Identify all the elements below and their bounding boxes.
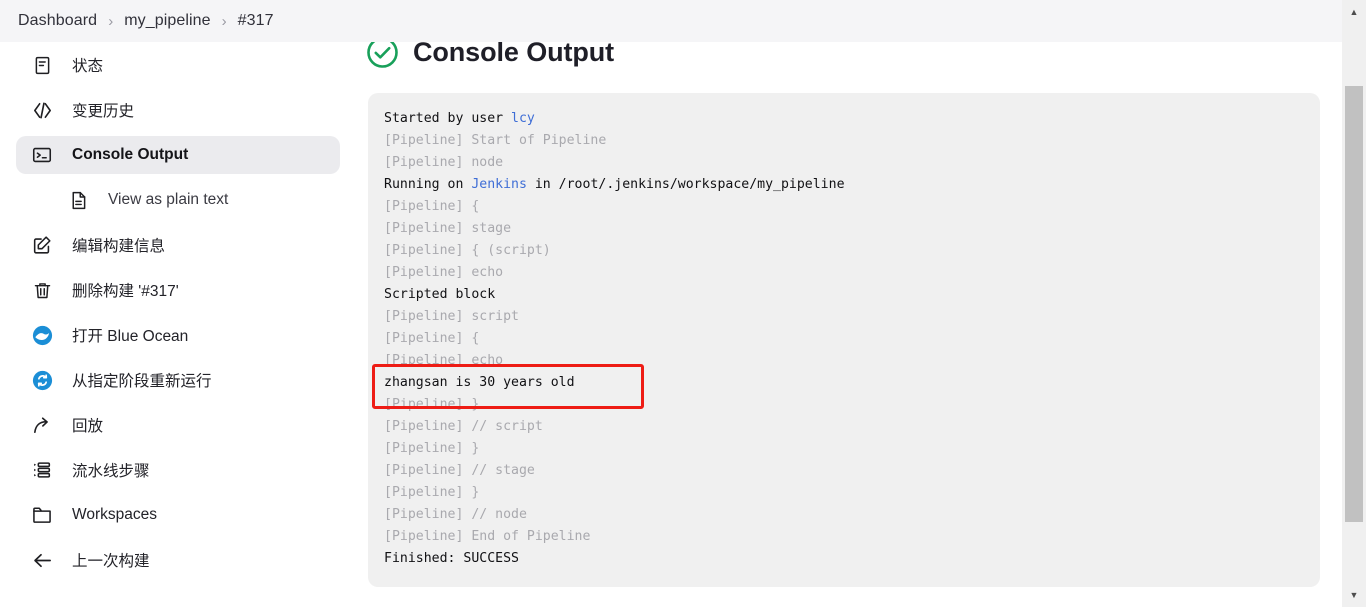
sidebar-item-edit-pencil[interactable]: 编辑构建信息 xyxy=(16,226,340,264)
console-log-line: [Pipeline] stage xyxy=(384,218,1302,240)
console-log-line: [Pipeline] echo xyxy=(384,262,1302,284)
breadcrumb-item-dashboard[interactable]: Dashboard xyxy=(18,12,97,30)
sidebar-item-restart-stage[interactable]: 从指定阶段重新运行 xyxy=(16,361,340,399)
console-log-line: [Pipeline] { (script) xyxy=(384,240,1302,262)
sidebar-item-folder[interactable]: Workspaces xyxy=(16,496,340,534)
console-log-line: Running on Jenkins in /root/.jenkins/wor… xyxy=(384,174,1302,196)
console-log-line: Started by user lcy xyxy=(384,108,1302,130)
blue-ocean-icon xyxy=(30,323,54,347)
sidebar-item-trash[interactable]: 删除构建 '#317' xyxy=(16,271,340,309)
console-log-line: [Pipeline] echo xyxy=(384,350,1302,372)
pipeline-steps-icon xyxy=(30,458,54,482)
sidebar-item-pipeline-steps[interactable]: 流水线步骤 xyxy=(16,451,340,489)
log-text-after: in /root/.jenkins/workspace/my_pipeline xyxy=(527,177,845,192)
console-log-line: Scripted block xyxy=(384,284,1302,306)
page-root: Dashboard › my_pipeline › #317 状态变更历史 Con… xyxy=(0,0,1366,607)
sidebar-item-status-document[interactable]: 状态 xyxy=(16,46,340,84)
breadcrumb-separator: › xyxy=(222,13,227,30)
console-log-line: [Pipeline] { xyxy=(384,328,1302,350)
sidebar: 状态变更历史 Console Output View as plain text 编辑… xyxy=(0,42,356,607)
sidebar-item-label: 回放 xyxy=(72,414,103,436)
log-link[interactable]: lcy xyxy=(511,111,535,126)
sidebar-item-label: 上一次构建 xyxy=(72,549,150,571)
sidebar-item-label: 流水线步骤 xyxy=(72,459,150,481)
edit-pencil-icon xyxy=(30,233,54,257)
sidebar-item-label: 从指定阶段重新运行 xyxy=(72,369,212,391)
scrollbar-down-arrow-icon[interactable]: ▼ xyxy=(1342,583,1366,607)
sidebar-item-label: Console Output xyxy=(72,146,188,164)
sidebar-item-code-brackets[interactable]: 变更历史 xyxy=(16,91,340,129)
restart-stage-icon xyxy=(30,368,54,392)
trash-icon xyxy=(30,278,54,302)
breadcrumb-item-build[interactable]: #317 xyxy=(238,12,274,30)
console-log-line: [Pipeline] } xyxy=(384,438,1302,460)
console-log-line: [Pipeline] End of Pipeline xyxy=(384,526,1302,548)
log-link[interactable]: Jenkins xyxy=(471,177,527,192)
folder-icon xyxy=(30,503,54,527)
sidebar-item-arrow-left[interactable]: 上一次构建 xyxy=(16,541,340,579)
scrollbar-thumb[interactable] xyxy=(1345,86,1363,522)
console-log-line: [Pipeline] } xyxy=(384,482,1302,504)
console-output-log: Started by user lcy[Pipeline] Start of P… xyxy=(368,93,1320,587)
sidebar-item-label: 状态 xyxy=(72,54,103,76)
console-log-line: [Pipeline] // node xyxy=(384,504,1302,526)
sidebar-item-label: 删除构建 '#317' xyxy=(72,279,179,301)
file-text-icon xyxy=(66,188,90,212)
sidebar-item-blue-ocean[interactable]: 打开 Blue Ocean xyxy=(16,316,340,354)
scrollbar-up-arrow-icon[interactable]: ▲ xyxy=(1342,0,1366,24)
replay-arrow-icon xyxy=(30,413,54,437)
main-content: Console Output Started by user lcy[Pipel… xyxy=(356,42,1342,607)
terminal-icon xyxy=(30,143,54,167)
console-log-line: Finished: SUCCESS xyxy=(384,548,1302,570)
console-log-line: [Pipeline] // script xyxy=(384,416,1302,438)
status-document-icon xyxy=(30,53,54,77)
console-log-line: [Pipeline] { xyxy=(384,196,1302,218)
sidebar-item-replay-arrow[interactable]: 回放 xyxy=(16,406,340,444)
console-log-line: [Pipeline] Start of Pipeline xyxy=(384,130,1302,152)
log-text: Running on xyxy=(384,177,471,192)
breadcrumb: Dashboard › my_pipeline › #317 xyxy=(0,0,1342,42)
sidebar-item-label: View as plain text xyxy=(108,191,228,209)
sidebar-item-label: 编辑构建信息 xyxy=(72,234,165,256)
log-text: Started by user xyxy=(384,111,511,126)
browser-scrollbar[interactable]: ▲ ▼ xyxy=(1342,0,1366,607)
console-log-line: [Pipeline] // stage xyxy=(384,460,1302,482)
sidebar-item-terminal[interactable]: Console Output xyxy=(16,136,340,174)
console-log-line: [Pipeline] node xyxy=(384,152,1302,174)
code-brackets-icon xyxy=(30,98,54,122)
breadcrumb-separator: › xyxy=(108,13,113,30)
sidebar-item-label: 变更历史 xyxy=(72,99,134,121)
console-log-line: [Pipeline] script xyxy=(384,306,1302,328)
breadcrumb-item-pipeline[interactable]: my_pipeline xyxy=(124,12,210,30)
sidebar-item-label: Workspaces xyxy=(72,506,157,524)
console-log-line: zhangsan is 30 years old xyxy=(384,372,1302,394)
console-log-line: [Pipeline] } xyxy=(384,394,1302,416)
sidebar-item-file-text[interactable]: View as plain text xyxy=(16,181,340,219)
sidebar-item-label: 打开 Blue Ocean xyxy=(72,324,188,346)
arrow-left-icon xyxy=(30,548,54,572)
